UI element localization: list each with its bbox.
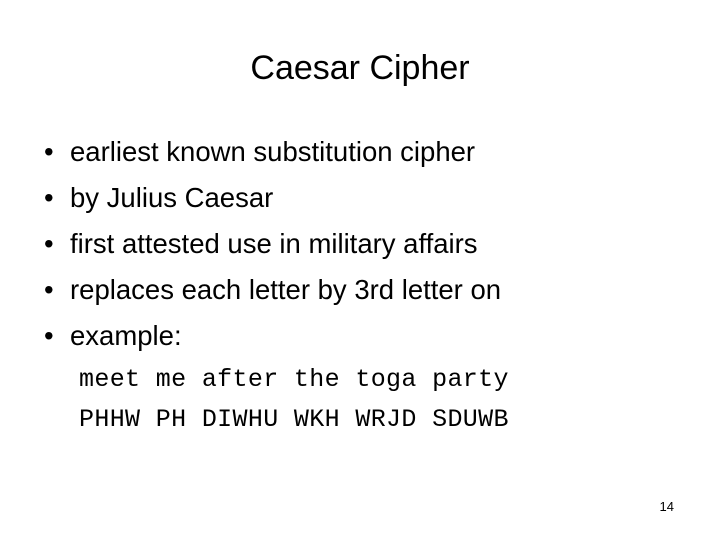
page-number: 14 (659, 499, 674, 514)
list-item: • first attested use in military affairs (36, 221, 686, 267)
list-item: • example: (36, 313, 686, 359)
example-code-block: meet me after the toga party PHHW PH DIW… (79, 360, 679, 440)
bullet-body: • earliest known substitution cipher • b… (36, 129, 686, 359)
list-item: • replaces each letter by 3rd letter on (36, 267, 686, 313)
bullet-dot-icon: • (44, 136, 54, 167)
example-plaintext-line: meet me after the toga party (79, 365, 509, 394)
list-item-label: by Julius Caesar (70, 182, 274, 213)
list-item-label: example: (70, 320, 182, 351)
bullet-dot-icon: • (44, 182, 54, 213)
list-item-label: first attested use in military affairs (70, 228, 478, 259)
bullet-dot-icon: • (44, 320, 54, 351)
page-title: Caesar Cipher (250, 49, 470, 87)
list-item: • earliest known substitution cipher (36, 129, 686, 175)
slide: Caesar Cipher • earliest known substitut… (0, 0, 720, 540)
example-ciphertext-line: PHHW PH DIWHU WKH WRJD SDUWB (79, 405, 509, 434)
list-item-label: replaces each letter by 3rd letter on (70, 274, 502, 305)
bullet-dot-icon: • (44, 228, 54, 259)
list-item-label: earliest known substitution cipher (70, 136, 476, 167)
list-item: • by Julius Caesar (36, 175, 686, 221)
bullet-dot-icon: • (44, 274, 54, 305)
bullet-list: • earliest known substitution cipher • b… (36, 129, 686, 359)
